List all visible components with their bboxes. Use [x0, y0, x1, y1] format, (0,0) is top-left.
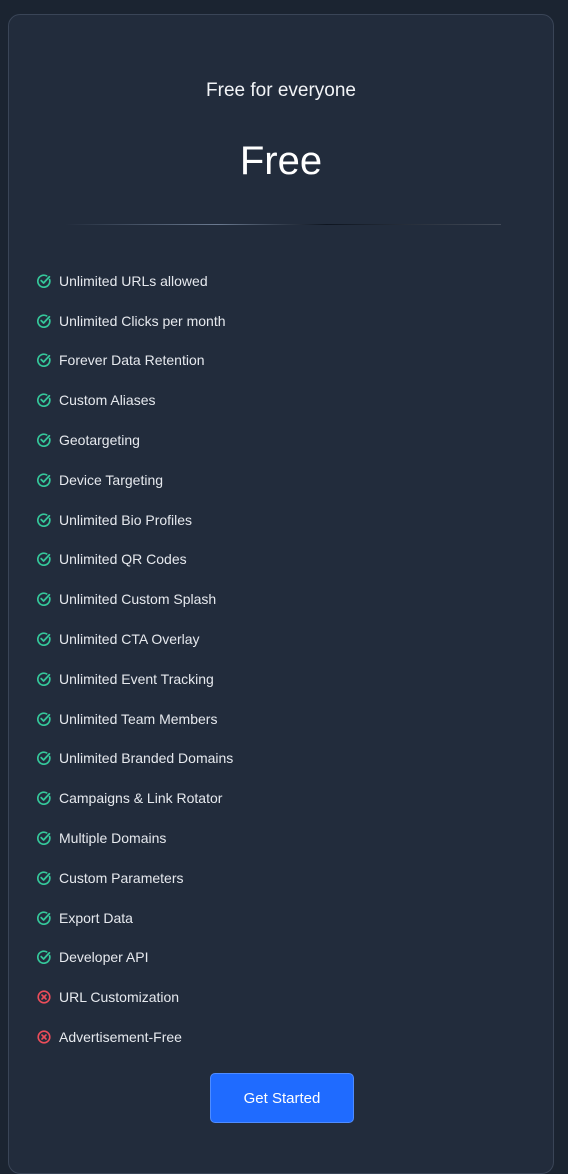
check-circle-icon: [37, 274, 51, 288]
check-circle-icon: [37, 314, 51, 328]
feature-item: Developer API: [37, 938, 233, 978]
check-circle-icon: [37, 712, 51, 726]
feature-item: Device Targeting: [37, 460, 233, 500]
check-circle-icon: [37, 751, 51, 766]
plan-price: Free: [239, 139, 323, 183]
check-circle-icon: [37, 353, 51, 368]
check-circle-icon: [37, 911, 51, 925]
feature-item: Advertisement-Free: [37, 1017, 233, 1057]
check-circle-icon: [37, 672, 51, 686]
feature-item: Unlimited CTA Overlay: [37, 619, 233, 659]
get-started-button[interactable]: Get Started: [210, 1073, 354, 1123]
feature-label: Forever Data Retention: [59, 352, 205, 369]
feature-item: Geotargeting: [37, 420, 233, 460]
feature-label: Export Data: [59, 909, 133, 926]
feature-label: Multiple Domains: [59, 830, 167, 847]
feature-item: Unlimited Branded Domains: [37, 739, 233, 779]
check-circle-icon: [37, 433, 51, 448]
feature-item: Unlimited URLs allowed: [37, 261, 233, 301]
feature-label: Advertisement-Free: [59, 1029, 182, 1046]
feature-item: Unlimited Clicks per month: [37, 301, 233, 341]
x-circle-icon: [37, 990, 51, 1004]
feature-label: Unlimited QR Codes: [59, 551, 187, 568]
feature-label: Unlimited Branded Domains: [59, 750, 234, 767]
feature-item: Unlimited Bio Profiles: [37, 500, 233, 540]
check-circle-icon: [37, 552, 51, 567]
feature-label: Device Targeting: [59, 471, 164, 488]
feature-item: Custom Parameters: [37, 858, 233, 898]
pricing-card: Free for everyone Free Unlimited URLs al…: [8, 14, 554, 1174]
feature-item: URL Customization: [37, 977, 233, 1017]
x-circle-icon: [37, 1030, 51, 1044]
feature-item: Unlimited QR Codes: [37, 540, 233, 580]
feature-label: Developer API: [59, 949, 149, 966]
feature-label: Unlimited Team Members: [59, 710, 218, 727]
feature-item: Forever Data Retention: [37, 341, 233, 381]
feature-label: Unlimited Bio Profiles: [59, 511, 193, 528]
feature-item: Unlimited Custom Splash: [37, 579, 233, 619]
feature-list: Unlimited URLs allowed Unlimited Clicks …: [37, 261, 233, 1057]
check-circle-icon: [37, 473, 51, 487]
check-circle-icon: [37, 871, 51, 885]
feature-label: Campaigns & Link Rotator: [59, 790, 223, 807]
plan-subtitle: Free for everyone: [206, 80, 356, 101]
feature-label: Unlimited Clicks per month: [59, 312, 226, 329]
check-circle-icon: [37, 632, 51, 647]
feature-label: Unlimited Custom Splash: [59, 591, 217, 608]
divider: [65, 224, 501, 225]
check-circle-icon: [37, 592, 51, 607]
feature-item: Unlimited Event Tracking: [37, 659, 233, 699]
feature-item: Campaigns & Link Rotator: [37, 778, 233, 818]
check-circle-icon: [37, 513, 51, 527]
check-circle-icon: [37, 831, 51, 846]
check-circle-icon: [37, 393, 51, 408]
feature-item: Custom Aliases: [37, 380, 233, 420]
feature-label: Custom Parameters: [59, 869, 184, 886]
feature-label: Unlimited URLs allowed: [59, 272, 208, 289]
feature-label: URL Customization: [59, 989, 180, 1006]
feature-label: Unlimited CTA Overlay: [59, 631, 200, 648]
feature-label: Unlimited Event Tracking: [59, 670, 214, 687]
check-circle-icon: [37, 950, 51, 965]
feature-item: Unlimited Team Members: [37, 699, 233, 739]
feature-item: Export Data: [37, 898, 233, 938]
feature-item: Multiple Domains: [37, 818, 233, 858]
feature-label: Custom Aliases: [59, 392, 156, 409]
check-circle-icon: [37, 791, 51, 806]
feature-label: Geotargeting: [59, 432, 140, 449]
